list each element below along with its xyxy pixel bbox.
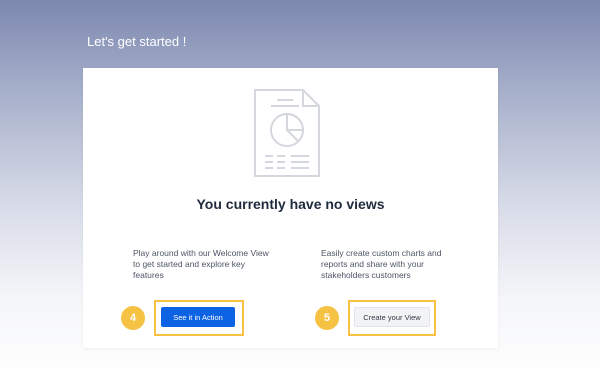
report-chart-document-icon xyxy=(254,89,320,177)
welcome-view-description: Play around with our Welcome View to get… xyxy=(133,248,269,280)
callout-badge-step-4: 4 xyxy=(121,306,145,330)
create-view-description: Easily create custom charts and reports … xyxy=(321,248,442,280)
see-it-in-action-button[interactable]: See it in Action xyxy=(161,307,235,327)
page-title: Let's get started ! xyxy=(87,34,187,49)
create-your-view-button[interactable]: Create your View xyxy=(354,307,430,327)
callout-badge-step-5: 5 xyxy=(315,306,339,330)
empty-state-heading: You currently have no views xyxy=(196,196,385,212)
empty-state-card: You currently have no views Play around … xyxy=(83,68,498,348)
